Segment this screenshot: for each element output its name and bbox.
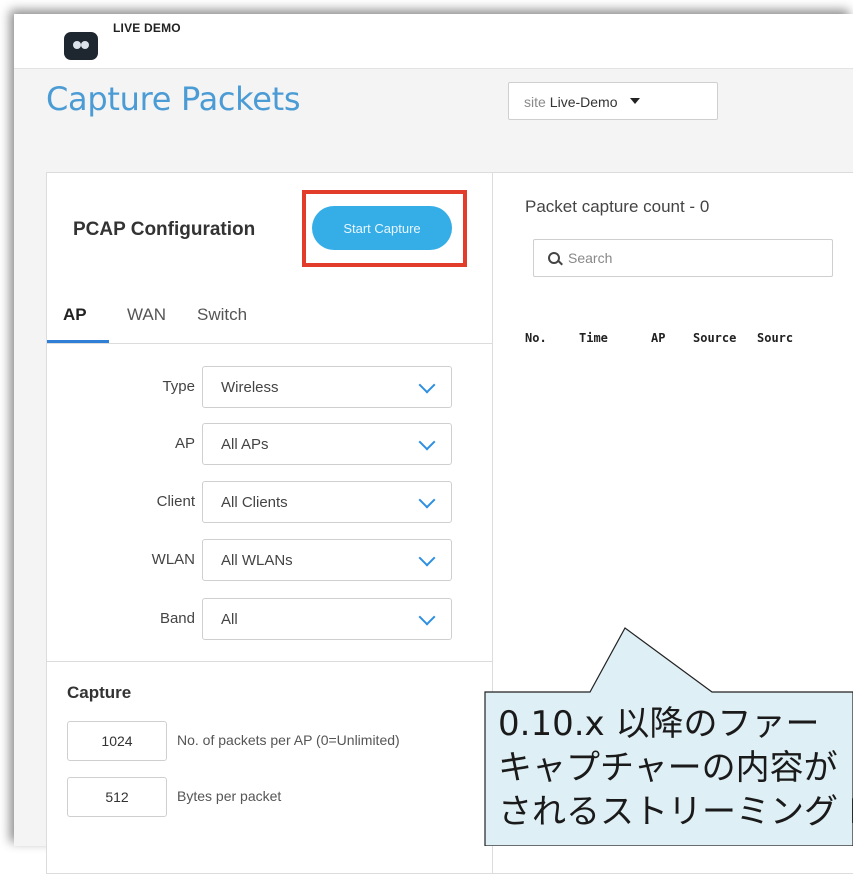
callout-line-2: キャプチャーの内容が: [498, 748, 838, 788]
callout-text: 0.10.x 以降のファー キャプチャーの内容が されるストリーミング P: [498, 702, 853, 834]
callout-line-3: されるストリーミング P: [498, 792, 853, 832]
callout-line-1: 0.10.x 以降のファー: [498, 704, 820, 744]
